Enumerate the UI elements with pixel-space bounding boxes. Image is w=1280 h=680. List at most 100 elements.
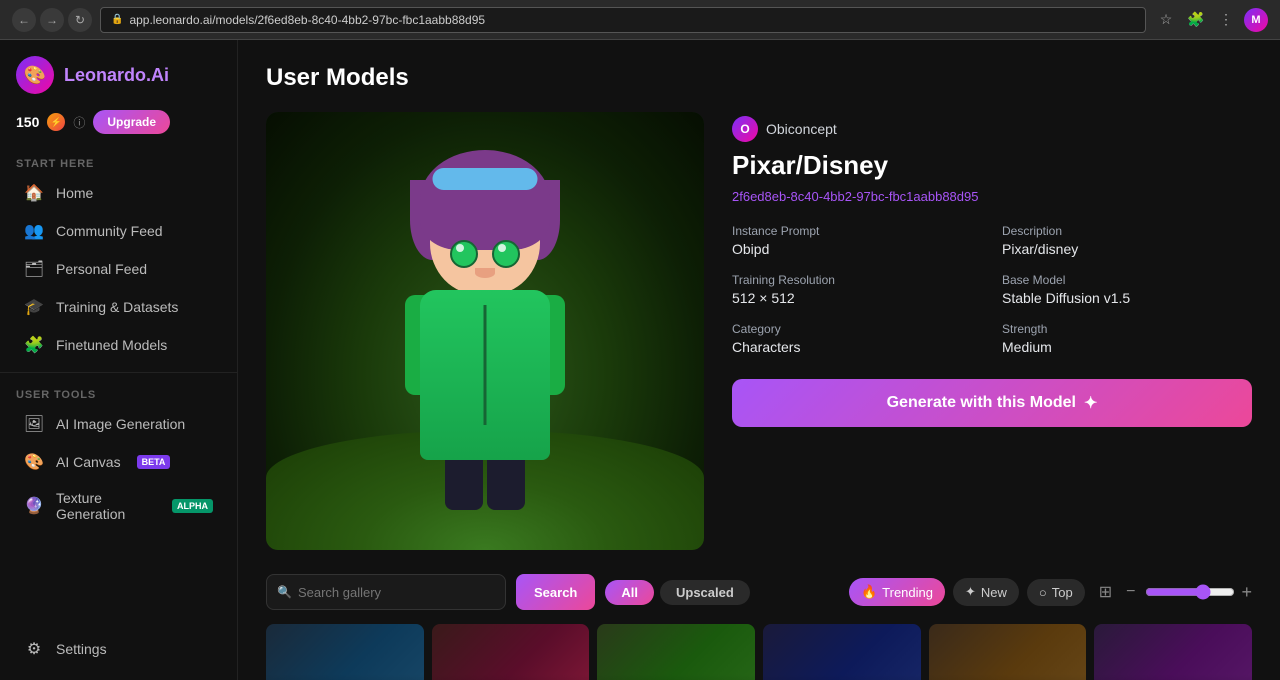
texture-icon: 🔮 <box>24 496 44 516</box>
extensions-icon[interactable]: 🧩 <box>1184 8 1208 32</box>
settings-icon: ⚙ <box>24 639 44 659</box>
menu-icon[interactable]: ⋮ <box>1214 8 1238 32</box>
brand-avatar: 🎨 <box>16 56 54 94</box>
instance-prompt-field: Instance Prompt Obipd <box>732 224 982 257</box>
owner-avatar: O <box>732 116 758 142</box>
owner-name: Obiconcept <box>766 121 837 137</box>
nav-buttons: ← → ↻ <box>12 8 92 32</box>
forward-button[interactable]: → <box>40 8 64 32</box>
thumbnail-item[interactable] <box>763 624 921 680</box>
sidebar-item-texture-label: Texture Generation <box>56 490 156 522</box>
sidebar-item-ai-canvas[interactable]: 🎨 AI Canvas BETA <box>8 444 229 480</box>
description-field: Description Pixar/disney <box>1002 224 1252 257</box>
search-icon: 🔍 <box>277 585 292 599</box>
sidebar-item-texture[interactable]: 🔮 Texture Generation ALPHA <box>8 482 229 530</box>
generate-button[interactable]: Generate with this Model ✦ <box>732 379 1252 427</box>
model-name: Pixar/Disney <box>732 150 1252 181</box>
refresh-button[interactable]: ↻ <box>68 8 92 32</box>
search-button[interactable]: Search <box>516 574 595 610</box>
instance-prompt-value: Obipd <box>732 241 982 257</box>
generate-btn-icon: ✦ <box>1084 393 1097 413</box>
bookmark-icon[interactable]: ☆ <box>1154 8 1178 32</box>
address-bar[interactable]: 🔒 app.leonardo.ai/models/2f6ed8eb-8c40-4… <box>100 7 1146 33</box>
filter-buttons: All Upscaled <box>605 580 749 605</box>
sidebar-item-ai-image[interactable]: 🖼 AI Image Generation <box>8 406 229 442</box>
thumbnail-item[interactable] <box>597 624 755 680</box>
thumbnail-item[interactable] <box>1094 624 1252 680</box>
thumbnail-item[interactable] <box>432 624 590 680</box>
sidebar-item-finetuned-label: Finetuned Models <box>56 337 167 353</box>
app-layout: 🎨 Leonardo.Ai 150 ⚡ ⓘ Upgrade Start Here… <box>0 40 1280 680</box>
sidebar-item-personal-feed-label: Personal Feed <box>56 261 147 277</box>
sidebar-item-home[interactable]: 🏠 Home <box>8 175 229 211</box>
model-info: O Obiconcept Pixar/Disney 2f6ed8eb-8c40-… <box>732 112 1252 550</box>
slider-container <box>1145 584 1235 600</box>
back-button[interactable]: ← <box>12 8 36 32</box>
description-value: Pixar/disney <box>1002 241 1252 257</box>
grid-size-slider[interactable] <box>1145 584 1235 600</box>
description-label: Description <box>1002 224 1252 238</box>
model-id[interactable]: 2f6ed8eb-8c40-4bb2-97bc-fbc1aabb88d95 <box>732 189 1252 204</box>
grid-view-button[interactable]: ⊞ <box>1095 578 1116 606</box>
token-count: 150 <box>16 114 39 130</box>
thumbnail-item[interactable] <box>929 624 1087 680</box>
search-input[interactable] <box>298 585 495 600</box>
instance-prompt-label: Instance Prompt <box>732 224 982 238</box>
category-field: Category Characters <box>732 322 982 355</box>
info-icon[interactable]: ⓘ <box>73 114 85 131</box>
sidebar-item-community-feed[interactable]: 👥 Community Feed <box>8 213 229 249</box>
model-info-grid: Instance Prompt Obipd Description Pixar/… <box>732 224 1252 355</box>
filter-all-button[interactable]: All <box>605 580 654 605</box>
strength-label: Strength <box>1002 322 1252 336</box>
model-image <box>266 112 704 550</box>
finetuned-icon: 🧩 <box>24 335 44 355</box>
sidebar-item-home-label: Home <box>56 185 93 201</box>
ai-image-icon: 🖼 <box>24 414 44 434</box>
base-model-value: Stable Diffusion v1.5 <box>1002 290 1252 306</box>
model-detail: O Obiconcept Pixar/Disney 2f6ed8eb-8c40-… <box>266 112 1252 550</box>
category-value: Characters <box>732 339 982 355</box>
browser-profile-avatar[interactable]: M <box>1244 8 1268 32</box>
plus-button[interactable]: + <box>1241 582 1252 603</box>
sidebar: 🎨 Leonardo.Ai 150 ⚡ ⓘ Upgrade Start Here… <box>0 40 238 680</box>
sidebar-divider <box>0 372 237 373</box>
ai-canvas-icon: 🎨 <box>24 452 44 472</box>
training-resolution-label: Training Resolution <box>732 273 982 287</box>
sort-new-button[interactable]: ✦ New <box>953 578 1019 606</box>
training-resolution-field: Training Resolution 512 × 512 <box>732 273 982 306</box>
brand: 🎨 Leonardo.Ai <box>0 52 237 110</box>
thumbnail-grid <box>266 624 1252 680</box>
new-icon: ✦ <box>965 584 976 600</box>
strength-value: Medium <box>1002 339 1252 355</box>
view-controls: ⊞ − + <box>1095 578 1252 606</box>
base-model-field: Base Model Stable Diffusion v1.5 <box>1002 273 1252 306</box>
thumbnail-item[interactable] <box>266 624 424 680</box>
training-resolution-value: 512 × 512 <box>732 290 982 306</box>
user-tools-label: User Tools <box>0 381 237 405</box>
minus-button[interactable]: − <box>1122 579 1139 605</box>
browser-actions: ☆ 🧩 ⋮ M <box>1154 8 1268 32</box>
strength-field: Strength Medium <box>1002 322 1252 355</box>
community-feed-icon: 👥 <box>24 221 44 241</box>
sort-trending-label: Trending <box>882 585 933 600</box>
token-icon: ⚡ <box>47 113 65 131</box>
browser-chrome: ← → ↻ 🔒 app.leonardo.ai/models/2f6ed8eb-… <box>0 0 1280 40</box>
alpha-badge: ALPHA <box>172 499 213 513</box>
sort-buttons: 🔥 Trending ✦ New ○ Top <box>849 578 1085 606</box>
top-icon: ○ <box>1039 585 1047 600</box>
sort-trending-button[interactable]: 🔥 Trending <box>849 578 945 606</box>
personal-feed-icon: 🗂 <box>24 259 44 279</box>
sidebar-item-finetuned[interactable]: 🧩 Finetuned Models <box>8 327 229 363</box>
trending-icon: 🔥 <box>861 584 877 600</box>
sort-top-label: Top <box>1052 585 1073 600</box>
upgrade-button[interactable]: Upgrade <box>93 110 170 134</box>
sidebar-item-personal-feed[interactable]: 🗂 Personal Feed <box>8 251 229 287</box>
sidebar-item-settings[interactable]: ⚙ Settings <box>8 631 229 667</box>
filter-upscaled-button[interactable]: Upscaled <box>660 580 750 605</box>
sidebar-item-ai-canvas-label: AI Canvas <box>56 454 121 470</box>
start-here-label: Start Here <box>0 150 237 174</box>
gallery-controls: 🔍 Search All Upscaled 🔥 Trending ✦ New ○ <box>266 574 1252 610</box>
sidebar-item-training[interactable]: 🎓 Training & Datasets <box>8 289 229 325</box>
url-text: app.leonardo.ai/models/2f6ed8eb-8c40-4bb… <box>129 13 485 27</box>
sort-top-button[interactable]: ○ Top <box>1027 579 1085 606</box>
